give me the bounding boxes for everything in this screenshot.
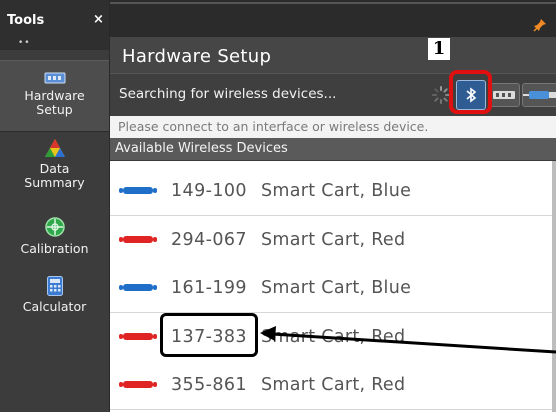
callout-arrow [260,326,556,354]
